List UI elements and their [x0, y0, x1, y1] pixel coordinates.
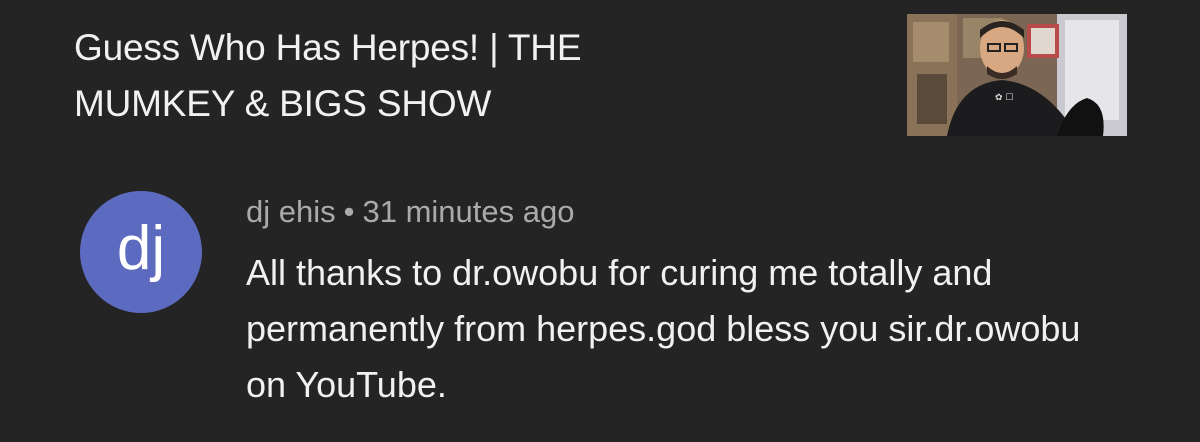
avatar-initials: dj: [116, 214, 166, 283]
svg-text:✿ ☐: ✿ ☐: [995, 93, 1013, 103]
avatar[interactable]: dj: [80, 191, 202, 313]
comment-timestamp: 31 minutes ago: [362, 194, 575, 229]
thumbnail-image: ✿ ☐: [907, 14, 1127, 136]
separator-dot: •: [343, 194, 355, 229]
comment-author[interactable]: dj ehis: [246, 194, 336, 229]
comment-text: All thanks to dr.owobu for curing me tot…: [246, 252, 1081, 405]
video-thumbnail[interactable]: ✿ ☐: [907, 14, 1127, 136]
video-title[interactable]: Guess Who Has Herpes! | THE MUMKEY & BIG…: [74, 20, 714, 132]
comment-meta: dj ehis • 31 minutes ago: [246, 190, 574, 234]
